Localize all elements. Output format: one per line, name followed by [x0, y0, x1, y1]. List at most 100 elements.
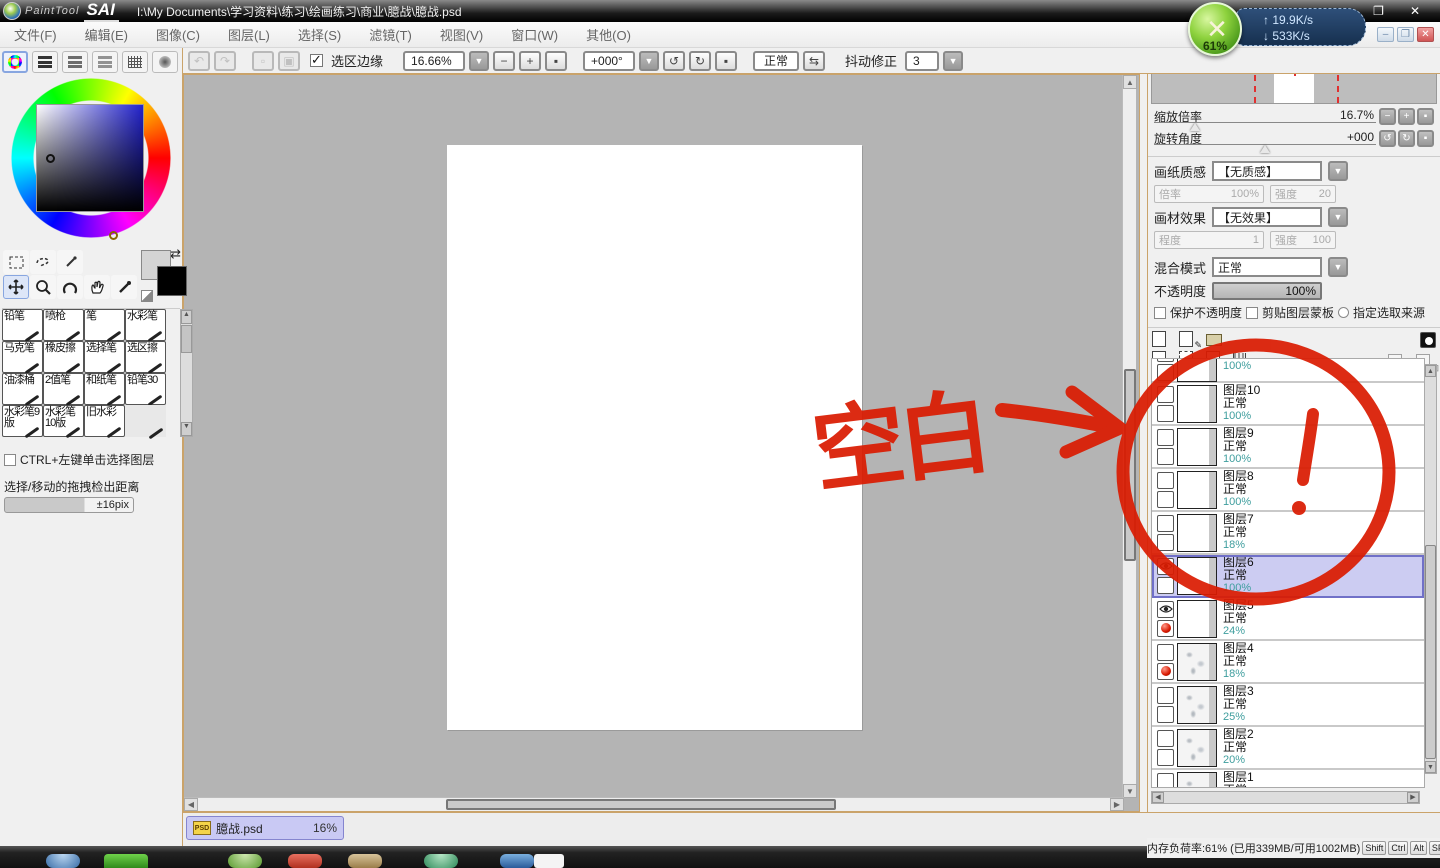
- layer-thumbnail[interactable]: [1177, 428, 1217, 466]
- view-normal-button[interactable]: 正常: [753, 51, 799, 71]
- layers-vertical-scrollbar[interactable]: ▲ ▼: [1424, 364, 1437, 774]
- layer-thumbnail[interactable]: [1177, 772, 1217, 789]
- layers-scroll-left-icon[interactable]: ◀: [1152, 792, 1164, 803]
- taskbar-icon[interactable]: [104, 854, 148, 868]
- app-restore-button[interactable]: ❐: [1397, 27, 1414, 42]
- angle-dropdown-icon[interactable]: ▼: [639, 51, 659, 71]
- blend-mode-dropdown-icon[interactable]: ▼: [1328, 257, 1348, 277]
- nav-zoom-out-button[interactable]: −: [1379, 108, 1396, 125]
- horizontal-scroll-thumb[interactable]: [446, 799, 836, 810]
- undo-button[interactable]: ↶: [188, 51, 210, 71]
- brush-button[interactable]: 水彩笔: [125, 309, 166, 341]
- brush-button[interactable]: 选区擦: [125, 341, 166, 373]
- rect-select-tool[interactable]: [3, 250, 29, 274]
- angle-value-field[interactable]: +000°: [583, 51, 635, 71]
- brush-scroll-down-icon[interactable]: ▼: [181, 422, 192, 436]
- layer-row[interactable]: 图层1 正常 21%: [1152, 770, 1424, 788]
- layer-selection-source-checkbox[interactable]: [1157, 749, 1174, 766]
- brush-scroll-up-icon[interactable]: ▲: [181, 310, 192, 324]
- taskbar-icon[interactable]: [348, 854, 382, 868]
- layer-thumbnail[interactable]: [1177, 729, 1217, 767]
- nav-zoom-reset-button[interactable]: ▪: [1417, 108, 1434, 125]
- zoom-reset-button[interactable]: ▪: [545, 51, 567, 71]
- eyedropper-tool[interactable]: [111, 275, 137, 299]
- brush-button[interactable]: 铅笔: [2, 309, 43, 341]
- layer-visibility-checkbox[interactable]: [1157, 730, 1174, 747]
- layer-visibility-checkbox[interactable]: [1157, 773, 1174, 789]
- move-tool[interactable]: [3, 275, 29, 299]
- layer-row[interactable]: 图层8 正常 100%: [1152, 469, 1424, 512]
- hue-marker[interactable]: [109, 231, 118, 240]
- material-effect-dropdown-icon[interactable]: ▼: [1328, 207, 1348, 227]
- color-wheel-tab[interactable]: [2, 51, 28, 73]
- zoom-value-field[interactable]: 16.66%: [403, 51, 465, 71]
- brush-button[interactable]: 马克笔: [2, 341, 43, 373]
- layer-visibility-checkbox[interactable]: [1157, 687, 1174, 704]
- selection-edge-checkbox[interactable]: [310, 54, 323, 67]
- layer-selection-source-checkbox[interactable]: [1157, 534, 1174, 551]
- background-color-swatch[interactable]: [157, 266, 187, 296]
- layer-row[interactable]: 图层10 正常 100%: [1152, 383, 1424, 426]
- brush-button[interactable]: 橡皮擦: [43, 341, 84, 373]
- scroll-up-icon[interactable]: ▲: [1123, 75, 1137, 89]
- swap-colors-icon[interactable]: ⇄: [170, 246, 181, 262]
- invert-selection-button[interactable]: ▣: [278, 51, 300, 71]
- color-mixer-tab[interactable]: [92, 51, 118, 73]
- menu-item[interactable]: 其他(O): [572, 21, 645, 48]
- hand-tool[interactable]: [84, 275, 110, 299]
- scroll-right-icon[interactable]: ▶: [1110, 798, 1124, 811]
- layer-row[interactable]: 图层9 正常 100%: [1152, 426, 1424, 469]
- clipping-mask-checkbox[interactable]: [1246, 307, 1258, 319]
- hsv-slider-tab[interactable]: [62, 51, 88, 73]
- brush-button[interactable]: 水彩笔10版: [43, 405, 84, 437]
- layer-row[interactable]: 图层4 正常 18%: [1152, 641, 1424, 684]
- zoom-in-button[interactable]: +: [519, 51, 541, 71]
- deselect-button[interactable]: ▫: [252, 51, 274, 71]
- layer-thumbnail[interactable]: [1177, 557, 1217, 595]
- rgb-slider-tab[interactable]: [32, 51, 58, 73]
- layer-visibility-checkbox[interactable]: [1157, 429, 1174, 446]
- net-speed-widget[interactable]: ↑ 19.9K/s ↓ 533K/s ✕ 61%: [1188, 2, 1242, 56]
- layer-mask-button[interactable]: [1420, 332, 1436, 348]
- layer-visibility-checkbox[interactable]: [1157, 601, 1174, 618]
- layer-selection-source-checkbox[interactable]: [1157, 706, 1174, 723]
- nav-rotate-reset-button[interactable]: ▪: [1417, 130, 1434, 147]
- rotate-ccw-button[interactable]: ↺: [663, 51, 685, 71]
- menu-item[interactable]: 选择(S): [284, 21, 355, 48]
- layers-scroll-thumb[interactable]: [1425, 545, 1436, 759]
- app-minimize-button[interactable]: –: [1377, 27, 1394, 42]
- layer-visibility-checkbox[interactable]: [1157, 472, 1174, 489]
- rotate-cw-button[interactable]: ↻: [689, 51, 711, 71]
- color-wheel[interactable]: [6, 78, 176, 246]
- new-vector-layer-button[interactable]: ✎: [1179, 331, 1199, 348]
- selection-source-radio[interactable]: [1338, 307, 1349, 318]
- layers-scroll-right-icon[interactable]: ▶: [1407, 792, 1419, 803]
- magic-wand-tool[interactable]: [57, 250, 83, 274]
- layer-thumbnail[interactable]: [1177, 643, 1217, 681]
- flip-horizontal-button[interactable]: ⇆: [803, 51, 825, 71]
- layer-selection-source-checkbox[interactable]: [1157, 577, 1174, 594]
- vertical-scroll-thumb[interactable]: [1124, 369, 1136, 561]
- zoom-dropdown-icon[interactable]: ▼: [469, 51, 489, 71]
- protect-opacity-checkbox[interactable]: [1154, 307, 1166, 319]
- layer-thumbnail[interactable]: [1177, 385, 1217, 423]
- taskbar-icon[interactable]: [46, 854, 80, 868]
- layer-visibility-checkbox[interactable]: [1157, 558, 1174, 575]
- brush-button[interactable]: 选择笔: [84, 341, 125, 373]
- canvas-page[interactable]: [447, 145, 862, 730]
- brush-button[interactable]: 和纸笔: [84, 373, 125, 405]
- layer-thumbnail[interactable]: [1177, 471, 1217, 509]
- layer-visibility-checkbox[interactable]: [1157, 515, 1174, 532]
- layer-thumbnail[interactable]: [1177, 600, 1217, 638]
- scroll-left-icon[interactable]: ◀: [184, 798, 198, 811]
- menu-item[interactable]: 滤镜(T): [355, 21, 426, 48]
- brush-button[interactable]: 2值笔: [43, 373, 84, 405]
- layer-row[interactable]: 图层2 正常 20%: [1152, 727, 1424, 770]
- new-folder-button[interactable]: [1206, 331, 1226, 348]
- menu-item[interactable]: 图像(C): [142, 21, 214, 48]
- layer-thumbnail[interactable]: [1177, 514, 1217, 552]
- layer-row[interactable]: 图层6 正常 100%: [1152, 555, 1424, 598]
- window-restore-icon[interactable]: ❐: [1373, 4, 1384, 18]
- taskbar-icon[interactable]: [228, 854, 262, 868]
- redo-button[interactable]: ↷: [214, 51, 236, 71]
